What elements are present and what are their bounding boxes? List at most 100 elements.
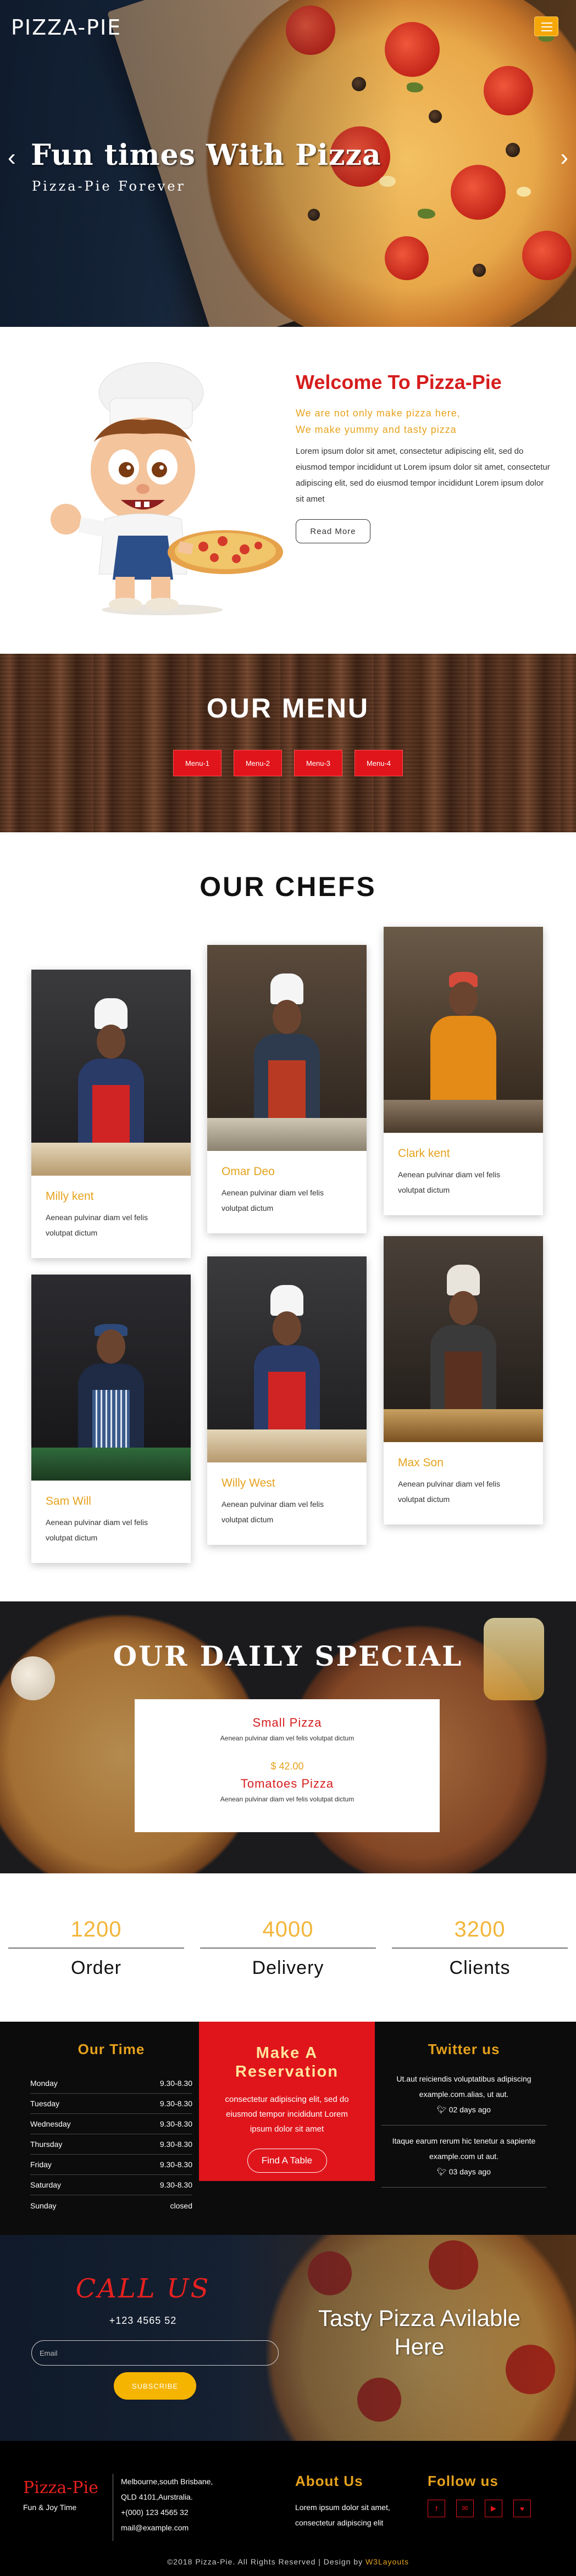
chefs-section: OUR CHEFS Milly kent Aenean pulvinar dia… [0,832,576,1601]
chef-name: Max Son [398,1456,444,1469]
hamburger-menu-icon[interactable] [534,16,558,36]
welcome-paragraph: Lorem ipsum dolor sit amet, consectetur … [296,447,550,504]
site-logo[interactable]: PIZZA-PIE [11,15,121,40]
daily-special-section: OUR DAILY SPECIAL Small Pizza Aenean pul… [0,1601,576,1873]
special-item-name: Small Pizza [252,1716,322,1729]
reservation-box: Make A Reservation consectetur adipiscin… [199,2022,375,2181]
chef-photo [384,1236,543,1442]
page: PIZZA-PIE ‹ › Fun times With Pizza Pizza… [0,0,576,2576]
special-item-name: Tomatoes Pizza [240,1777,334,1790]
hero-title: Fun times With Pizza [31,138,381,172]
tweet-time: 02 days ago [448,2105,491,2114]
menu-tab-3[interactable]: Menu-3 [294,750,342,776]
welcome-title: Welcome To Pizza-Pie [296,371,502,393]
chef-card[interactable]: Milly kent Aenean pulvinar diam vel feli… [31,970,191,1258]
read-more-button[interactable]: Read More [296,519,370,543]
youtube-icon[interactable]: ▶ [485,2500,502,2517]
footer-about: About Us Lorem ipsum dolor sit amet, con… [295,2473,422,2530]
info-section: Our Time Monday 9.30-8.30 Tuesday 9.30-8.3… [0,2022,576,2235]
chef-photo [31,970,191,1176]
chef-description: Aenean pulvinar diam vel felis volutpat … [398,1479,500,1504]
chef-card[interactable]: Willy West Aenean pulvinar diam vel feli… [207,1256,367,1545]
chevron-left-icon[interactable]: ‹ [8,146,16,170]
hero-banner: PIZZA-PIE ‹ › Fun times With Pizza Pizza… [0,0,576,327]
tweet-time: 03 days ago [448,2167,491,2176]
stat-value: 3200 [454,1917,506,1941]
hero-subtitle: Pizza-Pie Forever [32,179,186,194]
twitter-bird-icon: 🐦︎ [437,2167,447,2176]
footer-logo[interactable]: Pizza-Pie [23,2478,98,2497]
stat-value: 1200 [70,1917,122,1941]
welcome-section: Welcome To Pizza-Pie We are not only mak… [0,327,576,654]
hours-row: Wednesday 9.30-8.30 [30,2114,192,2134]
chef-card[interactable]: Max Son Aenean pulvinar diam vel felis v… [384,1236,543,1525]
special-item-description: Aenean pulvinar diam vel felis volutpat … [220,1734,355,1742]
chef-description: Aenean pulvinar diam vel felis volutpat … [221,1500,324,1524]
footer-email[interactable]: mail@example.com [121,2520,213,2535]
copyright-text: ©2018 Pizza-Pie. All Rights Reserved | D… [167,2557,363,2566]
tweet-text: Itaque earum rerum hic tenetur a sapient… [392,2137,536,2161]
stat-orders: 1200 Order [8,1917,184,1979]
menu-tabs: Menu-1 Menu-2 Menu-3 Menu-4 [0,750,576,776]
twitter-bird-icon: 🐦︎ [437,2105,447,2114]
chef-name: Sam Will [46,1495,91,1507]
footer-tagline: Fun & Joy Time [23,2503,77,2512]
reservation-title-2: Reservation [235,2063,339,2080]
wood-texture [0,654,576,832]
copyright: ©2018 Pizza-Pie. All Rights Reserved | D… [0,2557,576,2566]
menu-tab-1[interactable]: Menu-1 [173,750,221,776]
chef-name: Omar Deo [221,1165,275,1178]
tweet-text: Ut.aut reiciendis voluptatibus adipiscin… [396,2074,531,2099]
welcome-tagline-1: We are not only make pizza here, [296,408,461,419]
special-price: $ 42.00 [270,1761,304,1772]
special-title: OUR DAILY SPECIAL [113,1640,463,1672]
menu-tab-4[interactable]: Menu-4 [355,750,403,776]
stats-section: 1200 Order 4000 Delivery 3200 Clients [0,1873,576,2022]
welcome-tagline-2: We make yummy and tasty pizza [296,424,457,435]
heart-icon[interactable]: ♥ [513,2500,531,2517]
chef-description: Aenean pulvinar diam vel felis volutpat … [46,1518,148,1542]
email-icon[interactable]: ✉ [456,2500,474,2517]
stat-clients: 3200 Clients [392,1917,568,1979]
call-us-title: CALL US [75,2273,211,2304]
chef-name: Clark kent [398,1147,450,1160]
about-title: About Us [295,2473,363,2489]
stat-label: Clients [449,1957,511,1978]
hours-row: Tuesday 9.30-8.30 [30,2094,192,2114]
tasty-pizza-tagline: Tasty Pizza Avilable Here [318,2305,521,2360]
footer-address: Melbourne,south Brisbane, QLD 4101,Aurst… [113,2474,213,2541]
stat-label: Order [71,1957,121,1978]
hours-row: Saturday 9.30-8.30 [30,2175,192,2195]
twitter-feed: Twitter us Ut.aut reiciendis voluptatibu… [381,2041,546,2195]
chevron-right-icon[interactable]: › [560,146,568,170]
chef-name: Milly kent [46,1190,94,1203]
chef-card[interactable]: Omar Deo Aenean pulvinar diam vel felis … [207,945,367,1233]
footer-brand: Pizza-Pie Fun & Joy Time [23,2478,98,2512]
chef-cartoon-image [51,362,283,615]
chef-name: Willy West [221,1477,275,1489]
hours-row: Sunday closed [30,2201,192,2210]
facebook-icon[interactable]: f [428,2500,445,2517]
reservation-text: consectetur adipiscing elit, sed do eius… [225,2095,349,2134]
special-item-description: Aenean pulvinar diam vel felis volutpat … [220,1795,355,1803]
address-line: Melbourne,south Brisbane, [121,2477,213,2486]
hours-row: Friday 9.30-8.30 [30,2155,192,2175]
reservation-title-1: Make A [256,2044,318,2062]
menu-title: OUR MENU [206,693,370,724]
subscribe-button[interactable]: SUBSCRIBE [114,2372,196,2400]
hours-row: Thursday 9.30-8.30 [30,2134,192,2155]
hours-row: Monday 9.30-8.30 [30,2073,192,2094]
footer-phone: +(000) 123 4565 32 [121,2508,189,2517]
find-table-button[interactable]: Find A Table [247,2149,327,2173]
chef-description: Aenean pulvinar diam vel felis volutpat … [221,1188,324,1212]
designer-link[interactable]: W3Layouts [365,2557,409,2566]
chef-photo [31,1275,191,1481]
stat-value: 4000 [262,1917,314,1941]
chef-card[interactable]: Clark kent Aenean pulvinar diam vel feli… [384,927,543,1215]
chefs-title: OUR CHEFS [200,871,376,902]
chef-photo [384,927,543,1133]
menu-tab-2[interactable]: Menu-2 [234,750,282,776]
email-input[interactable] [31,2340,279,2366]
menu-section: OUR MENU Menu-1 Menu-2 Menu-3 Menu-4 [0,654,576,832]
chef-card[interactable]: Sam Will Aenean pulvinar diam vel felis … [31,1275,191,1563]
